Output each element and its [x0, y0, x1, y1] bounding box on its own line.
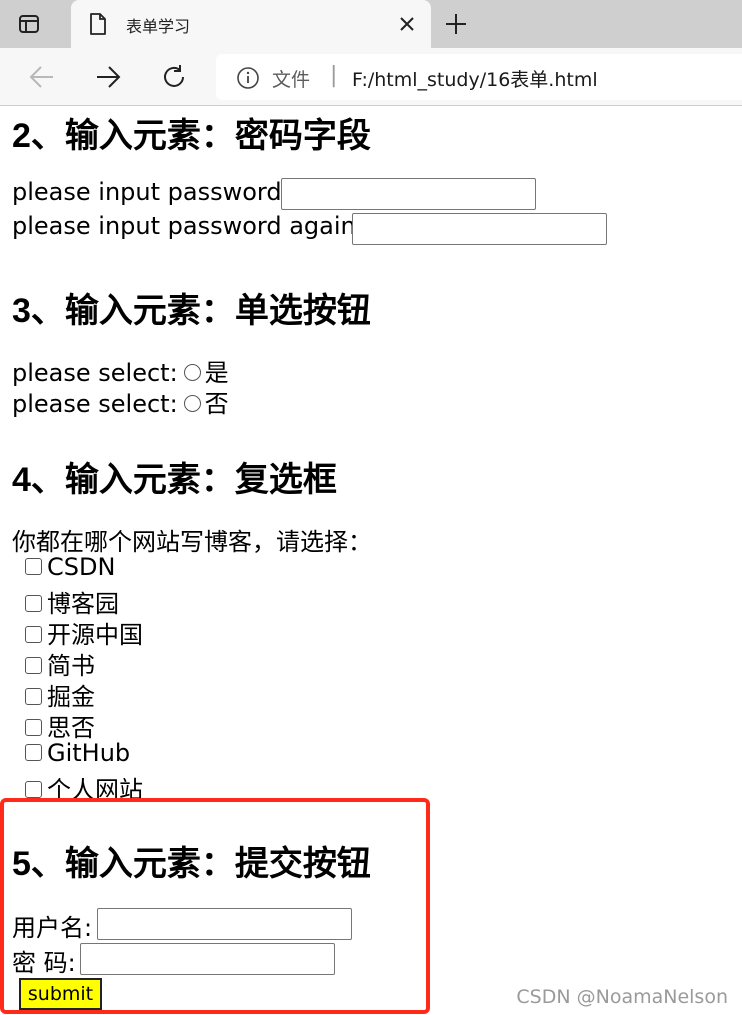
browser-tab[interactable]: 表单学习: [71, 0, 431, 48]
checkbox-item-csdn: CSDN: [12, 553, 115, 581]
checkbox-item-jianshu: 简书: [12, 646, 95, 681]
checkbox[interactable]: [25, 687, 42, 705]
checkbox-label: GitHub: [47, 739, 131, 767]
username-label: 用户名:: [12, 914, 93, 942]
heading-submit-button: 5、输入元素：提交按钮: [12, 845, 371, 883]
radio-yes[interactable]: [183, 363, 201, 381]
login-password-label: 密 码:: [12, 949, 76, 977]
password-again-input[interactable]: [352, 213, 607, 245]
checkbox[interactable]: [25, 718, 42, 736]
password-again-label: please input password again:: [12, 212, 364, 240]
checkbox[interactable]: [25, 656, 42, 674]
tab-title: 表单学习: [126, 17, 191, 36]
tab-strip: 表单学习: [0, 0, 742, 48]
radio-row-yes: please select: 是: [12, 353, 229, 388]
submit-button[interactable]: submit: [19, 978, 102, 1010]
checkbox[interactable]: [25, 625, 42, 643]
radio-no[interactable]: [183, 394, 201, 412]
login-password-input[interactable]: [80, 943, 335, 975]
heading-checkbox: 4、输入元素：复选框: [12, 461, 337, 499]
close-icon[interactable]: [397, 14, 417, 34]
checkbox[interactable]: [25, 780, 42, 798]
checkbox-item-oschina: 开源中国: [12, 615, 143, 650]
radio-option-label: 是: [204, 359, 229, 387]
watermark: CSDN @NoamaNelson: [516, 986, 728, 1008]
radio-option-label: 否: [204, 390, 229, 418]
checkbox-label: 博客园: [47, 590, 119, 618]
checkbox-item-juejin: 掘金: [12, 677, 95, 712]
checkbox-label: 开源中国: [47, 621, 143, 649]
checkbox-item-cnblogs: 博客园: [12, 584, 119, 619]
checkbox-item-github: GitHub: [12, 739, 130, 767]
info-icon[interactable]: [236, 66, 260, 90]
checkbox-prompt: 你都在哪个网站写博客，请选择：: [12, 528, 372, 556]
refresh-icon[interactable]: [160, 63, 188, 91]
site-label: 文件: [272, 69, 311, 91]
checkbox-item-sifou: 思否: [12, 708, 95, 743]
url-text[interactable]: F:/html_study/16表单.html: [352, 65, 598, 92]
username-input[interactable]: [97, 908, 352, 940]
page-content: 2、输入元素：密码字段 please input password: pleas…: [0, 106, 742, 1015]
checkbox[interactable]: [25, 743, 42, 761]
radio-row-no: please select: 否: [12, 384, 229, 419]
sidebar-toggle-icon[interactable]: [18, 13, 40, 35]
heading-password-field: 2、输入元素：密码字段: [12, 117, 371, 155]
password-label: please input password:: [12, 178, 290, 206]
heading-radio-buttons: 3、输入元素：单选按钮: [12, 292, 371, 330]
checkbox-label: 思否: [47, 714, 95, 742]
new-tab-plus-icon[interactable]: [444, 12, 468, 36]
address-separator: |: [330, 63, 338, 88]
checkbox[interactable]: [25, 557, 42, 575]
browser-toolbar: 文件 | F:/html_study/16表单.html: [0, 48, 742, 106]
page-icon: [90, 13, 106, 35]
checkbox-label: CSDN: [47, 553, 116, 581]
back-arrow-icon[interactable]: [28, 63, 56, 91]
radio-label: please select:: [12, 359, 178, 387]
checkbox[interactable]: [25, 594, 42, 612]
radio-label: please select:: [12, 390, 178, 418]
forward-arrow-icon[interactable]: [94, 63, 122, 91]
password-input[interactable]: [281, 178, 536, 210]
checkbox-label: 掘金: [47, 683, 95, 711]
checkbox-label: 简书: [47, 652, 95, 680]
address-bar[interactable]: 文件 | F:/html_study/16表单.html: [216, 54, 742, 100]
